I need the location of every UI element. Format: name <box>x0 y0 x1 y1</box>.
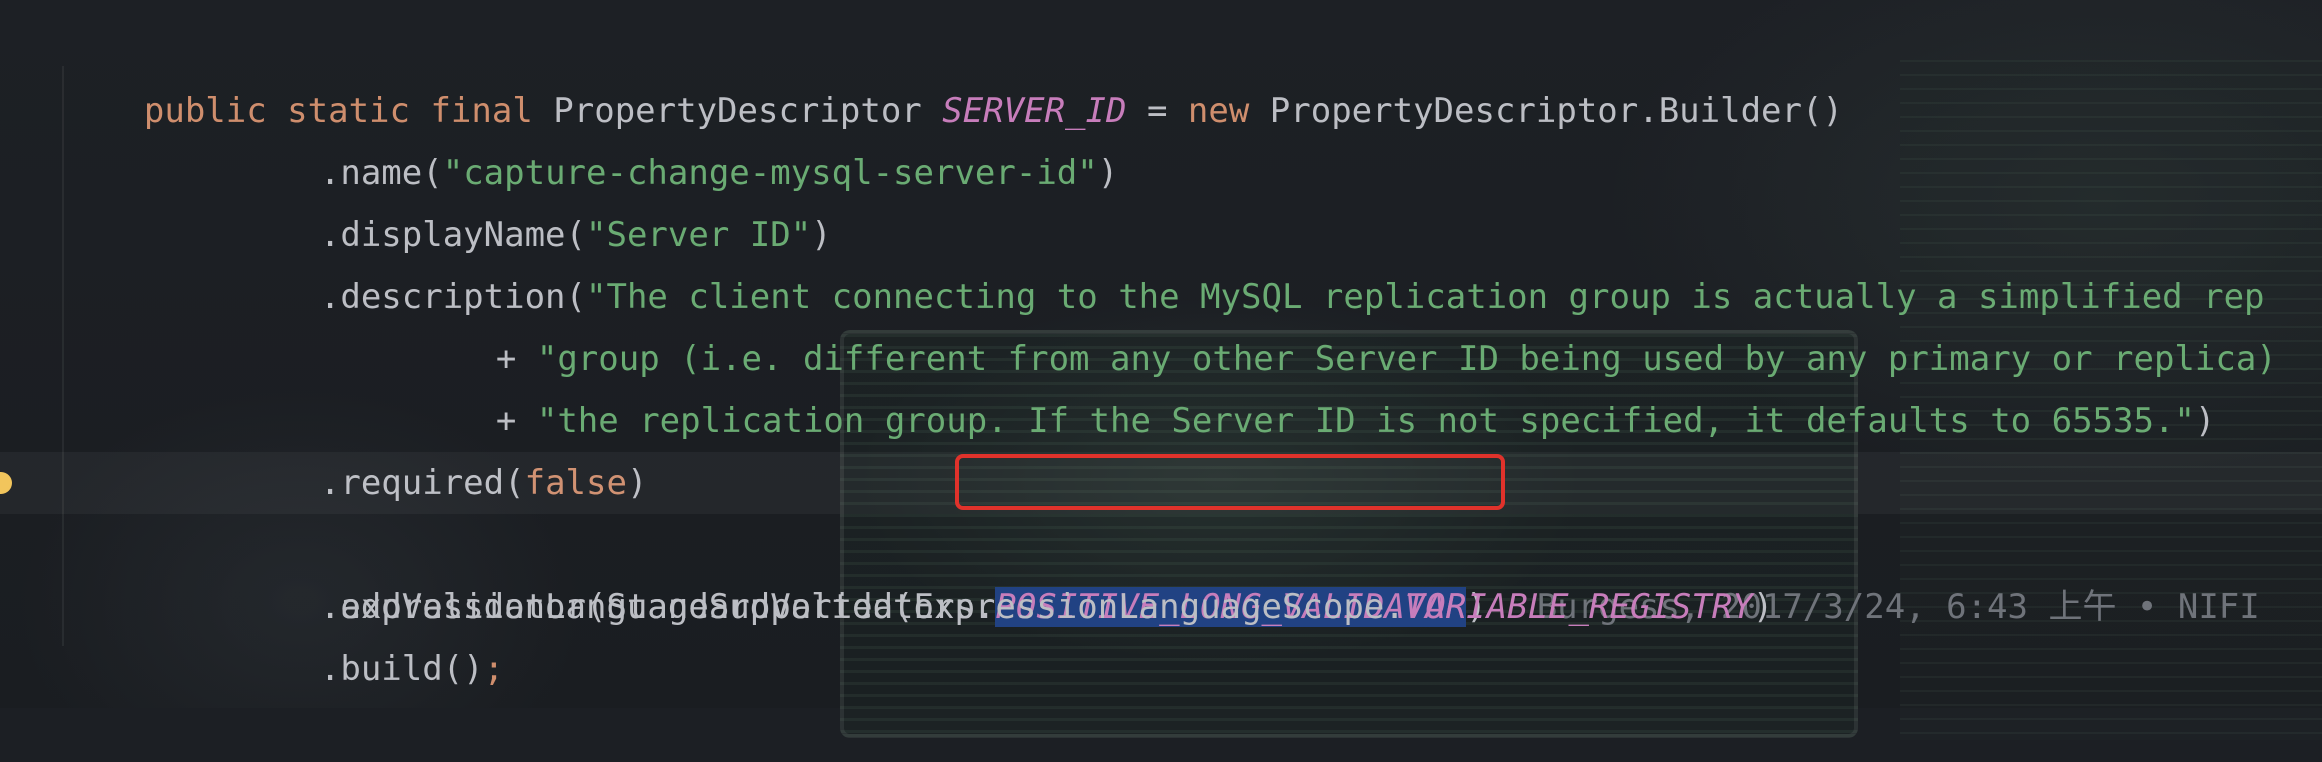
code-token: ; <box>483 649 505 689</box>
code-line-4[interactable]: .description("The client connecting to t… <box>0 204 2322 317</box>
lightbulb-icon[interactable] <box>0 472 12 494</box>
code-token: .build() <box>319 649 484 689</box>
code-line-3[interactable]: .displayName("Server ID") <box>0 142 2322 255</box>
code-line-9[interactable]: .expressionLanguageSupported(ExpressionL… <box>0 514 2322 627</box>
red-highlight-box <box>955 454 1505 510</box>
code-line-6[interactable]: + "the replication group. If the Server … <box>0 328 2322 441</box>
code-line-10[interactable]: .build(); <box>0 576 2322 689</box>
code-line-2[interactable]: .name("capture-change-mysql-server-id") <box>0 80 2322 193</box>
code-line-5[interactable]: + "group (i.e. different from any other … <box>0 266 2322 379</box>
code-line-7[interactable]: .required(false) <box>0 390 2322 503</box>
code-line-8-current[interactable]: .addValidator(StandardValidators.POSITIV… <box>0 452 2322 627</box>
code-line-1[interactable]: public static final PropertyDescriptor S… <box>0 18 2322 131</box>
code-editor[interactable]: public static final PropertyDescriptor S… <box>0 18 2322 689</box>
